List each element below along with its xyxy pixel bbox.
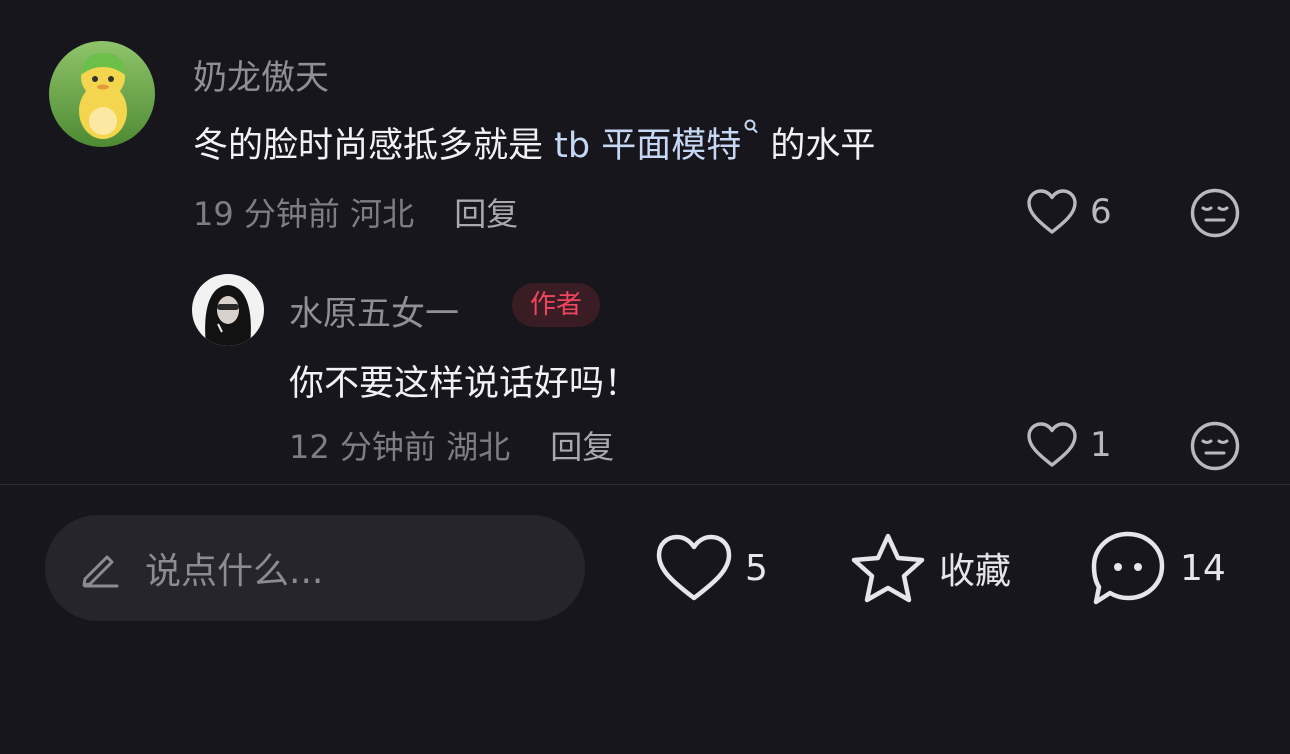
- heart-icon: [1027, 422, 1077, 467]
- comment-text-part: 冬的脸时尚感抵多就是: [193, 126, 555, 166]
- comment-meta: 19 分钟前 河北 回复: [193, 189, 518, 235]
- search-icon: [744, 119, 758, 133]
- comment-screen: 奶龙傲天 冬的脸时尚感抵多就是 tb 平面模特 的水平 19 分钟前 河北 回复…: [0, 0, 1290, 754]
- collect-label: 收藏: [939, 551, 1012, 592]
- comment-username[interactable]: 水原五女一: [289, 286, 459, 335]
- comment-location: 河北: [350, 195, 415, 233]
- dislike-face-icon[interactable]: [1189, 420, 1241, 472]
- comment-text: 你不要这样说话好吗！: [289, 364, 640, 404]
- comment-text: 冬的脸时尚感抵多就是 tb 平面模特 的水平: [193, 117, 875, 168]
- comment-count: 14: [1180, 547, 1226, 589]
- comment-input[interactable]: 说点什么...: [45, 515, 585, 621]
- star-icon: [851, 533, 925, 603]
- heart-icon: [1027, 189, 1077, 234]
- input-placeholder: 说点什么...: [145, 551, 324, 592]
- collect-button[interactable]: 收藏: [849, 531, 1011, 605]
- chat-bubble-icon: [1091, 531, 1165, 605]
- like-count: 6: [1090, 192, 1112, 232]
- heart-icon: [656, 534, 732, 601]
- comment-button[interactable]: 14: [1088, 529, 1226, 607]
- comment-time: 19 分钟前: [193, 195, 340, 233]
- like-count: 1: [1090, 425, 1112, 465]
- comment-like-button[interactable]: 1: [1026, 421, 1112, 469]
- comment-username[interactable]: 奶龙傲天: [193, 50, 329, 99]
- reply-button[interactable]: 回复: [550, 428, 614, 466]
- post-like-button[interactable]: 5: [655, 533, 768, 603]
- author-badge: 作者: [512, 283, 601, 327]
- divider: [0, 484, 1290, 485]
- comment-like-button[interactable]: 6: [1026, 188, 1112, 236]
- avatar[interactable]: [192, 274, 264, 346]
- comment-text-part: 的水平: [759, 126, 876, 166]
- reply-button[interactable]: 回复: [454, 195, 518, 233]
- avatar[interactable]: [49, 41, 155, 147]
- comment-time: 12 分钟前: [289, 428, 436, 466]
- pencil-icon: [82, 555, 119, 588]
- like-count: 5: [745, 547, 768, 589]
- search-keyword-link[interactable]: tb 平面模特: [554, 119, 759, 166]
- keyword-label: tb 平面模特: [554, 126, 742, 166]
- dislike-face-icon[interactable]: [1189, 187, 1241, 239]
- comment-location: 湖北: [446, 428, 511, 466]
- comment-meta: 12 分钟前 湖北 回复: [289, 422, 614, 468]
